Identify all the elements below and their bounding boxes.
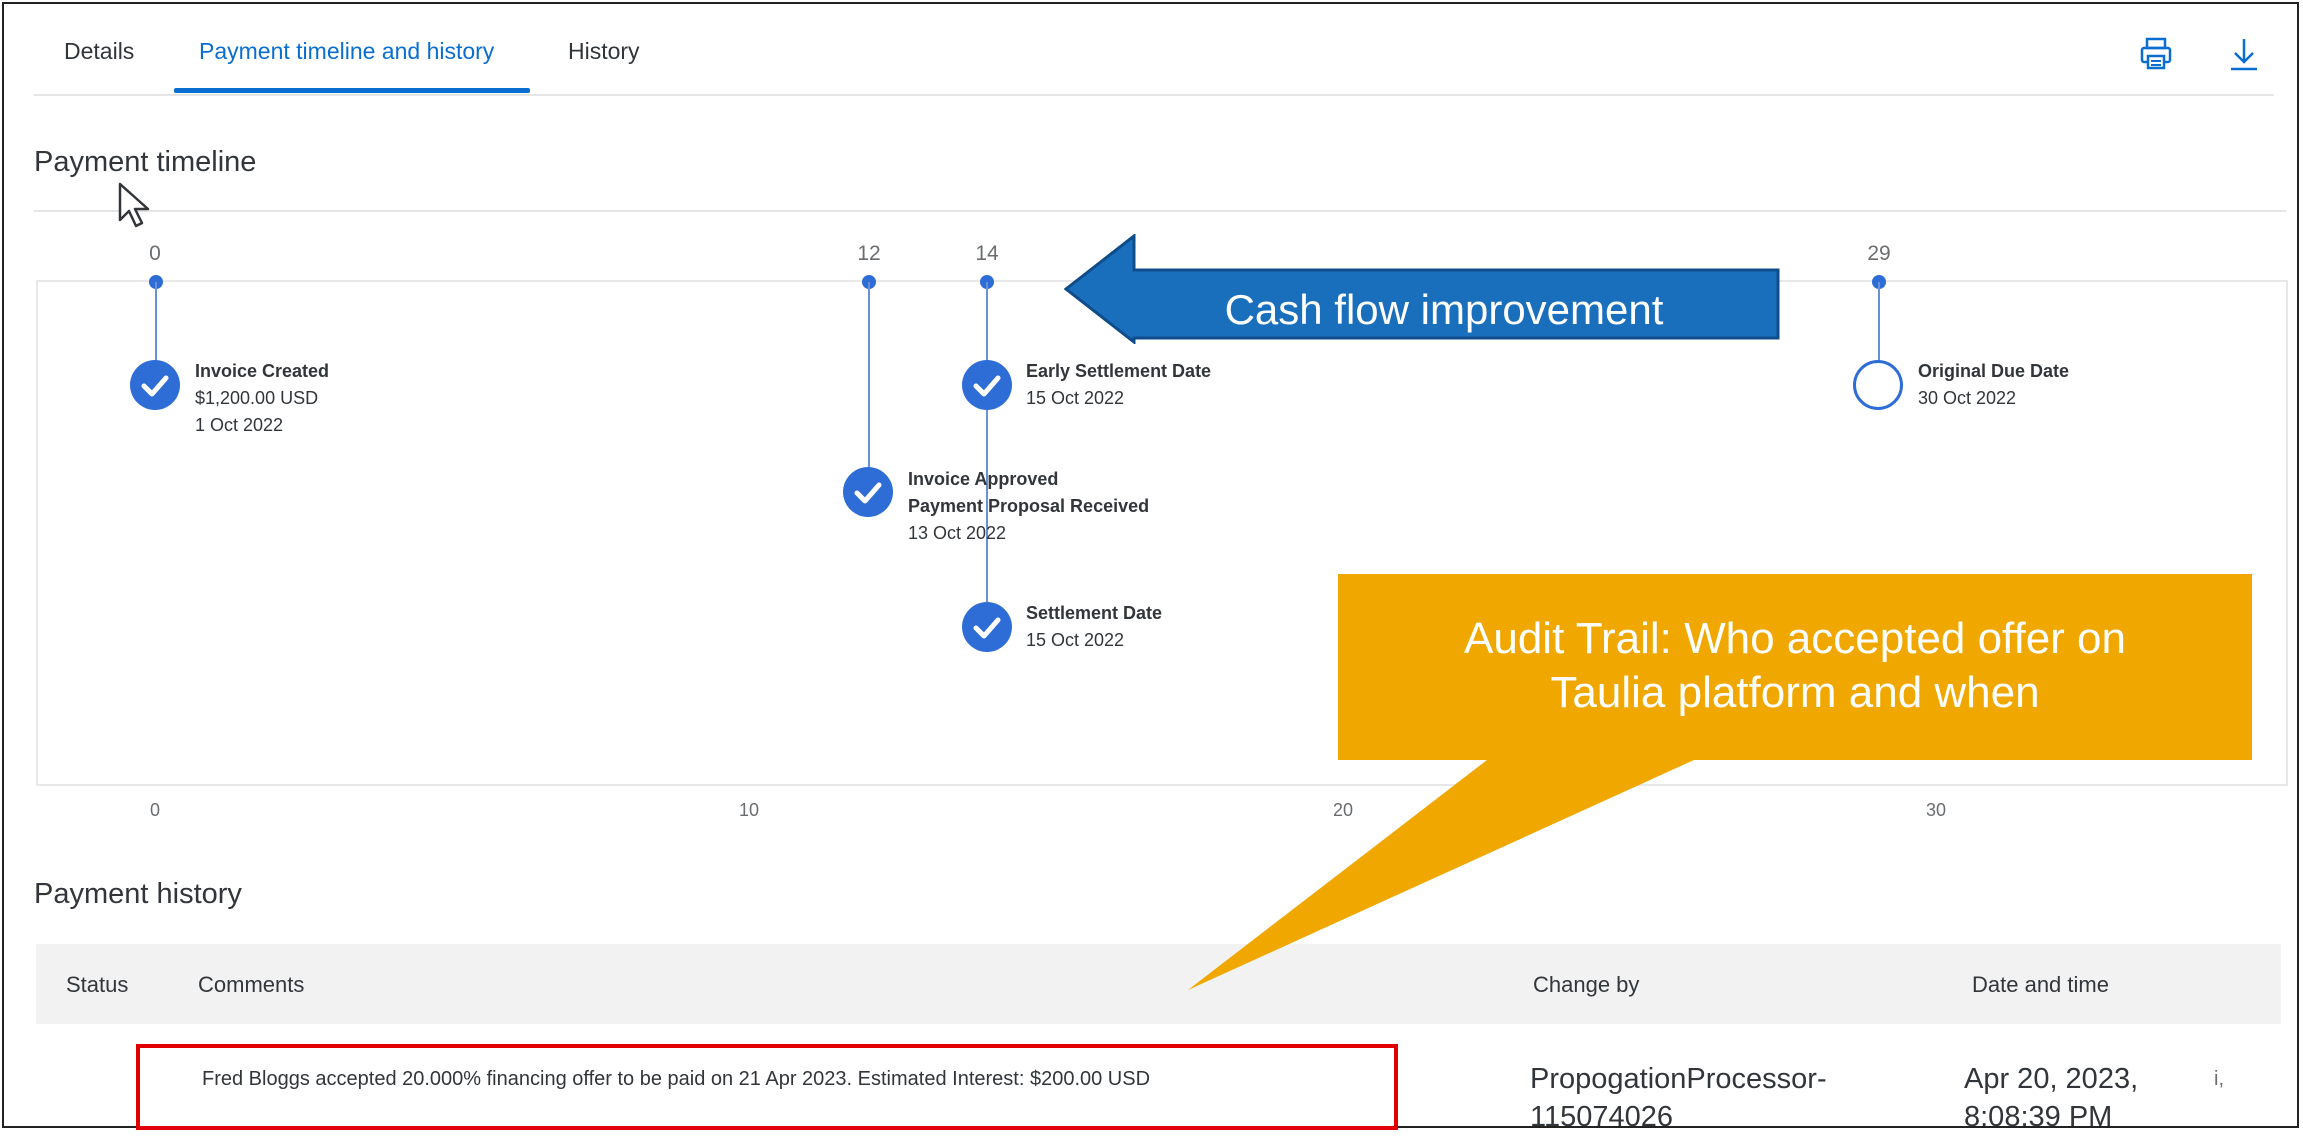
change-by-cell: PropogationProcessor- 115074026 <box>1530 1060 1827 1136</box>
axis-tick-label: 10 <box>738 800 760 820</box>
callout-line: Taulia platform and when <box>1550 668 2040 717</box>
timeline-stem <box>986 282 988 627</box>
column-header-comments[interactable]: Comments <box>198 972 304 998</box>
event-date: 1 Oct 2022 <box>195 415 284 435</box>
event-original-due-date: Original Due Date 30 Oct 2022 <box>1918 358 2069 412</box>
event-early-settlement: Early Settlement Date 15 Oct 2022 <box>1026 358 1211 412</box>
check-circle-icon <box>962 602 1012 652</box>
download-icon[interactable] <box>2224 34 2264 74</box>
event-date: 13 Oct 2022 <box>908 523 1007 543</box>
event-title: Settlement Date <box>1026 603 1163 623</box>
day-tick-label: 12 <box>857 242 881 265</box>
tab-bar: Details Payment timeline and history His… <box>34 4 2274 96</box>
history-table-header: Status Comments Change by Date and time <box>36 944 2281 1024</box>
check-circle-icon <box>130 360 180 410</box>
day-tick-label: 14 <box>975 242 999 265</box>
timeline-stem <box>868 282 870 492</box>
column-header-date-time[interactable]: Date and time <box>1972 972 2109 998</box>
date-time-cell: Apr 20, 2023, 8:08:39 PM <box>1964 1060 2138 1136</box>
event-title: Early Settlement Date <box>1026 361 1212 381</box>
axis-tick-label: 20 <box>1332 800 1354 820</box>
date-line: Apr 20, 2023, <box>1964 1063 2139 1095</box>
event-settlement-date: Settlement Date 15 Oct 2022 <box>1026 600 1162 654</box>
axis-tick-label: 0 <box>149 800 161 820</box>
active-tab-indicator <box>174 88 530 93</box>
divider <box>34 210 2286 212</box>
event-subtitle: Payment Proposal Received <box>908 496 1150 516</box>
event-title: Invoice Approved <box>908 469 1059 489</box>
tab-details[interactable]: Details <box>64 38 134 65</box>
mouse-cursor-icon <box>118 182 154 235</box>
event-date: 15 Oct 2022 <box>1026 388 1125 408</box>
event-date: 15 Oct 2022 <box>1026 630 1125 650</box>
event-amount: $1,200.00 USD <box>195 388 319 408</box>
row-overflow-text: i, <box>2214 1068 2224 1090</box>
audit-trail-callout-text: Audit Trail: Who accepted offer on Tauli… <box>1338 612 2252 720</box>
change-by-line: 115074026 <box>1530 1101 1674 1133</box>
column-header-status[interactable]: Status <box>66 972 128 998</box>
axis-tick-label: 30 <box>1925 800 1947 820</box>
event-invoice-approved: Invoice Approved Payment Proposal Receiv… <box>908 466 1149 547</box>
app-frame: Details Payment timeline and history His… <box>2 2 2299 1133</box>
comment-cell: Fred Bloggs accepted 20.000% financing o… <box>202 1068 1151 1090</box>
check-circle-icon <box>843 467 893 517</box>
day-tick-label: 29 <box>1867 242 1891 265</box>
check-circle-icon <box>962 360 1012 410</box>
event-title: Invoice Created <box>195 361 330 381</box>
payment-timeline-title: Payment timeline <box>34 146 257 178</box>
payment-history-title: Payment history <box>34 878 242 910</box>
tab-history[interactable]: History <box>568 38 640 65</box>
column-header-change-by[interactable]: Change by <box>1533 972 1639 998</box>
event-invoice-created: Invoice Created $1,200.00 USD 1 Oct 2022 <box>195 358 329 439</box>
tab-payment-timeline-and-history[interactable]: Payment timeline and history <box>199 38 494 65</box>
change-by-line: PropogationProcessor- <box>1530 1063 1827 1095</box>
event-date: 30 Oct 2022 <box>1918 388 2017 408</box>
callout-line: Audit Trail: Who accepted offer on <box>1464 614 2126 663</box>
arrow-callout-text: Cash flow improvement <box>1224 286 1664 333</box>
event-title: Original Due Date <box>1918 361 2070 381</box>
printer-icon[interactable] <box>2136 34 2176 74</box>
day-tick-label: 0 <box>149 242 161 265</box>
time-line: 8:08:39 PM <box>1964 1101 2113 1133</box>
open-circle-icon <box>1853 360 1903 410</box>
